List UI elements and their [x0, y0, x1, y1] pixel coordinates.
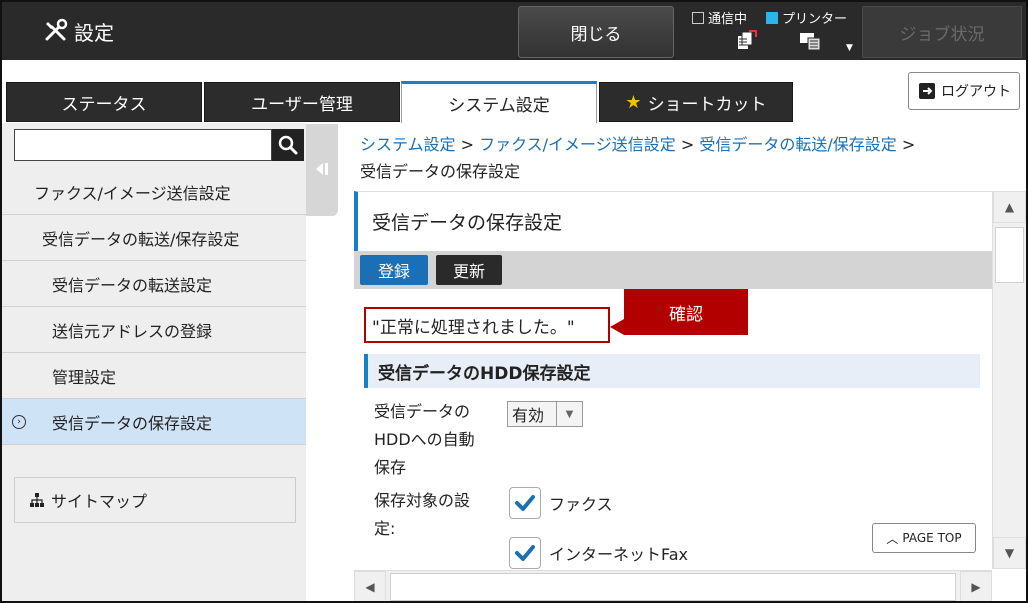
breadcrumb-link-receive-forward-save[interactable]: 受信データの転送/保存設定	[699, 135, 896, 154]
vertical-scrollbar[interactable]: ▲ ▼	[992, 191, 1026, 569]
section-title: 受信データのHDD保存設定	[364, 354, 980, 388]
printer-status: プリンター	[766, 8, 847, 27]
internet-fax-checkbox[interactable]	[509, 537, 541, 569]
device-status-area[interactable]: 通信中 プリンター ▼	[688, 5, 860, 59]
job-status-button[interactable]: ジョブ状況	[862, 6, 1022, 58]
scroll-up-icon[interactable]: ▲	[993, 191, 1026, 223]
tab-system-settings[interactable]: システム設定	[401, 81, 597, 123]
status-message: "正常に処理されました。"	[364, 307, 610, 343]
horizontal-scroll-thumb[interactable]	[390, 573, 956, 601]
page-top-label: PAGE TOP	[902, 531, 962, 545]
main-content: システム設定 > ファクス/イメージ送信設定 > 受信データの転送/保存設定 >…	[338, 123, 1026, 601]
breadcrumb-separator: >	[901, 135, 916, 154]
sitemap-icon	[30, 493, 44, 507]
checkmark-icon	[515, 495, 535, 511]
settings-panel: 受信データの保存設定 登録 更新 "正常に処理されました。" 確認 受信データの…	[354, 191, 994, 571]
scroll-right-icon[interactable]: ▶	[960, 571, 992, 601]
vertical-scroll-thumb[interactable]	[995, 227, 1024, 283]
sidebar-item-receive-save[interactable]: › 受信データの保存設定	[2, 399, 306, 445]
confirm-callout: 確認	[624, 289, 748, 335]
search-icon	[278, 135, 298, 155]
auto-save-label: 受信データの HDDへの自動 保存	[374, 398, 475, 482]
sidebar-collapse-handle[interactable]	[306, 124, 338, 216]
save-target-label-line: 定:	[374, 519, 396, 538]
callout-pointer	[610, 319, 624, 335]
collapse-left-icon	[316, 163, 328, 175]
sitemap-button[interactable]: サイトマップ	[14, 477, 296, 523]
tab-shortcut[interactable]: ★ ショートカット	[599, 82, 793, 122]
app-title-text: 設定	[74, 20, 114, 45]
sidebar-item-sender-address[interactable]: 送信元アドレスの登録	[2, 307, 306, 353]
register-button[interactable]: 登録	[360, 255, 428, 285]
chevron-down-icon: ▼	[556, 402, 582, 426]
comm-status: 通信中	[692, 8, 747, 27]
checkmark-icon	[515, 545, 535, 561]
logout-label: ログアウト	[941, 84, 1011, 100]
logout-icon	[919, 83, 935, 99]
sidebar-item-receive-forward-save[interactable]: 受信データの転送/保存設定	[2, 215, 306, 261]
chevron-up-icon: ︿	[886, 531, 899, 546]
scroll-down-icon[interactable]: ▼	[993, 537, 1026, 569]
sidebar-item-admin-settings[interactable]: 管理設定	[2, 353, 306, 399]
screen-frame: 設定 閉じる 通信中 プリンター ▼ ジョブ状況 ステータス ユーザー管理 シス…	[0, 0, 1028, 603]
tab-bar: ステータス ユーザー管理 システム設定 ★ ショートカット ログアウト	[2, 60, 1026, 123]
tab-status[interactable]: ステータス	[6, 82, 202, 122]
comm-status-indicator	[692, 11, 704, 24]
printer-status-label: プリンター	[782, 12, 848, 27]
chevron-right-circle-icon: ›	[12, 414, 26, 429]
comm-status-label: 通信中	[708, 12, 748, 27]
tools-icon	[45, 18, 68, 41]
sidebar-item-receive-forward[interactable]: 受信データの転送設定	[2, 261, 306, 307]
tab-user-management[interactable]: ユーザー管理	[204, 82, 400, 122]
search-input[interactable]	[14, 129, 272, 161]
auto-save-select[interactable]: 有効 ▼	[507, 401, 583, 427]
save-target-label-line: 保存対象の設	[374, 491, 471, 510]
fax-checkbox[interactable]	[509, 487, 541, 519]
logout-button[interactable]: ログアウト	[908, 72, 1020, 110]
save-target-label: 保存対象の設 定:	[374, 487, 470, 543]
top-bar: 設定 閉じる 通信中 プリンター ▼ ジョブ状況	[2, 2, 1026, 60]
auto-save-label-line: HDDへの自動	[374, 430, 475, 449]
document-send-icon	[738, 30, 757, 49]
sitemap-label: サイトマップ	[51, 492, 148, 511]
status-dropdown-icon: ▼	[846, 43, 853, 53]
scroll-left-icon[interactable]: ◀	[354, 571, 386, 601]
breadcrumb-link-fax-image-send[interactable]: ファクス/イメージ送信設定	[479, 135, 676, 154]
page-title: 受信データの保存設定	[354, 191, 994, 251]
close-button[interactable]: 閉じる	[518, 6, 674, 58]
breadcrumb-separator: >	[680, 135, 695, 154]
page-top-button[interactable]: ︿ PAGE TOP	[872, 523, 976, 553]
sidebar-item-label: 受信データの保存設定	[52, 413, 213, 433]
star-icon: ★	[625, 91, 642, 113]
update-button[interactable]: 更新	[436, 255, 502, 285]
auto-save-label-line: 受信データの	[374, 402, 471, 421]
breadcrumb: システム設定 > ファクス/イメージ送信設定 > 受信データの転送/保存設定 >…	[360, 131, 1000, 185]
breadcrumb-separator: >	[460, 135, 475, 154]
breadcrumb-link-system-settings[interactable]: システム設定	[360, 135, 456, 154]
tab-shortcut-label: ショートカット	[647, 94, 767, 115]
horizontal-scrollbar[interactable]: ◀ ▶	[354, 570, 992, 601]
checkbox-row-fax: ファクス	[509, 487, 613, 519]
auto-save-select-value: 有効	[512, 406, 545, 425]
app-title: 設定	[42, 16, 114, 46]
action-bar: 登録 更新	[354, 251, 994, 289]
printer-status-indicator	[766, 11, 778, 24]
sidebar: ファクス/イメージ送信設定 受信データの転送/保存設定 受信データの転送設定 送…	[2, 123, 306, 601]
fax-checkbox-label: ファクス	[549, 495, 613, 514]
auto-save-label-line: 保存	[374, 458, 407, 477]
checkbox-row-internet-fax: インターネットFax	[509, 537, 688, 569]
internet-fax-checkbox-label: インターネットFax	[549, 545, 689, 564]
breadcrumb-current: 受信データの保存設定	[360, 162, 521, 181]
sidebar-item-fax-image-send[interactable]: ファクス/イメージ送信設定	[2, 169, 306, 215]
printer-icon	[800, 33, 821, 51]
search-button[interactable]	[272, 129, 304, 161]
